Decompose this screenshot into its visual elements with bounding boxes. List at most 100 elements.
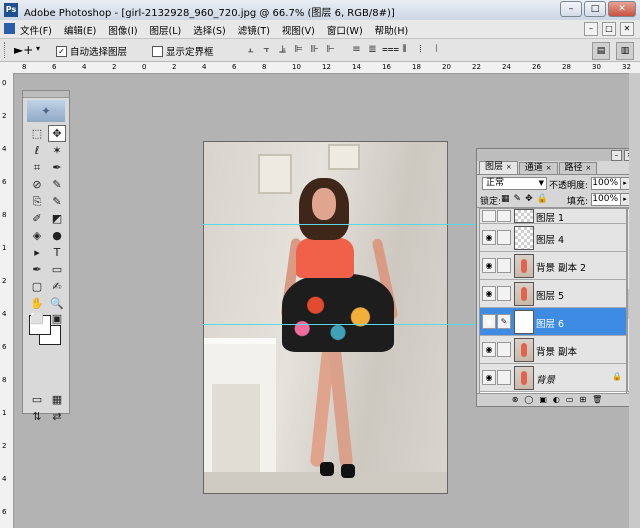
lock-image-pixels-icon[interactable]: ✎ <box>514 194 522 204</box>
eraser-icon[interactable]: ✐ <box>28 210 46 227</box>
menu-filter[interactable]: 滤镜(T) <box>238 23 270 37</box>
tab-close-icon[interactable]: × <box>506 163 512 171</box>
layer-name[interactable]: 背景 副本 <box>536 344 577 358</box>
doc-restore-button[interactable]: □ <box>602 22 616 36</box>
gradient-tool-icon[interactable]: ◩ <box>48 210 66 227</box>
horizontal-ruler[interactable]: 8 6 4 2 0 2 4 6 8 10 12 14 16 18 20 22 24 26 28 30 32 <box>18 62 640 74</box>
visibility-eye-icon[interactable] <box>482 210 496 222</box>
path-selection-icon[interactable]: ▸ <box>28 244 46 261</box>
menu-edit[interactable]: 编辑(E) <box>64 23 96 37</box>
show-bounds-checkbox-box[interactable] <box>152 45 163 57</box>
align-left-icon[interactable]: ⊫ <box>292 43 305 56</box>
visibility-eye-icon[interactable]: ◉ <box>482 258 496 273</box>
eyedropper-icon[interactable]: ✍ <box>48 278 66 295</box>
magic-wand-icon[interactable]: ✶ <box>48 142 66 159</box>
minimize-button[interactable]: – <box>560 1 582 17</box>
notes-tool-icon[interactable]: ▢ <box>28 278 46 295</box>
lock-all-icon[interactable]: 🔒 <box>537 194 548 204</box>
layer-name[interactable]: 背景 副本 2 <box>536 260 586 274</box>
tab-channels[interactable]: 通道 × <box>518 162 558 174</box>
quickmask-mode-icon[interactable]: ▣ <box>48 310 66 327</box>
dodge-tool-icon[interactable]: ● <box>48 227 66 244</box>
align-hcenter-icon[interactable]: ⊪ <box>308 43 321 56</box>
imageready-icon[interactable]: ⇄ <box>48 408 66 425</box>
menu-file[interactable]: 文件(F) <box>20 23 52 37</box>
adobe-feather-logo-icon[interactable]: ✦ <box>27 100 65 122</box>
marquee-tool-icon[interactable]: ⬚ <box>28 125 46 142</box>
distribute-hcenter-icon[interactable]: ⦙ <box>414 43 427 56</box>
menu-image[interactable]: 图像(I) <box>108 23 137 37</box>
visibility-eye-icon[interactable]: ◉ <box>482 370 496 385</box>
standard-mode-icon[interactable]: ⬜ <box>28 310 46 327</box>
maximize-button[interactable]: □ <box>584 1 606 17</box>
healing-brush-icon[interactable]: ⊘ <box>28 176 46 193</box>
tab-close-icon[interactable]: × <box>546 164 552 172</box>
distribute-vcenter-icon[interactable]: ≣ <box>366 43 379 56</box>
layer-name[interactable]: 图层 6 <box>536 316 564 330</box>
toolbox-header[interactable] <box>23 91 69 98</box>
layer-row[interactable]: ◉ 背景 副本 <box>480 336 626 364</box>
layer-row[interactable]: 图层 1 <box>480 209 626 224</box>
lock-position-icon[interactable]: ✥ <box>525 194 533 204</box>
menu-select[interactable]: 选择(S) <box>193 23 225 37</box>
distribute-top-icon[interactable]: ≡ <box>350 43 363 56</box>
show-bounding-box-checkbox[interactable]: 显示定界框 <box>152 44 214 58</box>
slice-tool-icon[interactable]: ✒ <box>48 159 66 176</box>
crop-tool-icon[interactable]: ⌗ <box>28 159 46 176</box>
visibility-eye-icon[interactable]: ◉ <box>482 342 496 357</box>
layer-row[interactable]: ◉ 背景 副本 2 <box>480 252 626 280</box>
visibility-eye-icon[interactable]: ◉ <box>482 230 496 245</box>
doc-close-button[interactable]: ✕ <box>620 22 634 36</box>
blur-tool-icon[interactable]: ◈ <box>28 227 46 244</box>
menu-window[interactable]: 窗口(W) <box>327 23 363 37</box>
distribute-left-icon[interactable]: ⦀ <box>398 43 411 56</box>
document-icon[interactable] <box>4 23 15 34</box>
pen-tool-icon[interactable]: ✒ <box>28 261 46 278</box>
add-layer-style-icon[interactable]: ◯ <box>524 394 533 406</box>
align-top-icon[interactable]: ⫠ <box>244 43 257 56</box>
align-bottom-icon[interactable]: ⫡ <box>276 43 289 56</box>
workspace-scrollbar[interactable] <box>629 73 640 528</box>
clone-stamp-icon[interactable]: ⎘ <box>28 193 46 210</box>
tab-paths[interactable]: 路径 × <box>558 162 598 174</box>
tab-layers[interactable]: 图层 × <box>479 161 518 174</box>
fill-input[interactable]: 100% <box>591 193 621 206</box>
layer-thumbnail[interactable] <box>514 282 534 306</box>
add-mask-icon[interactable]: ▣ <box>539 394 547 406</box>
history-brush-icon[interactable]: ✎ <box>48 193 66 210</box>
visibility-eye-icon[interactable]: ◉ <box>482 286 496 301</box>
layer-thumbnail[interactable] <box>514 366 534 390</box>
menu-layer[interactable]: 图层(L) <box>150 23 182 37</box>
jump-to-icon[interactable]: ⇅ <box>28 408 46 425</box>
layer-row[interactable]: ◉ 图层 5 <box>480 280 626 308</box>
tab-close-icon[interactable]: × <box>585 164 591 172</box>
layer-thumbnail[interactable] <box>514 209 534 223</box>
visibility-eye-icon[interactable]: ◉ <box>482 314 496 329</box>
layer-thumbnail[interactable] <box>514 226 534 250</box>
layer-name[interactable]: 图层 1 <box>536 210 564 224</box>
layer-thumbnail[interactable] <box>514 310 534 334</box>
options-grip[interactable] <box>4 42 9 58</box>
tool-preset-dropdown-icon[interactable]: ▾ <box>36 44 40 53</box>
layer-name[interactable]: 图层 5 <box>536 288 564 302</box>
guide-line-horizontal[interactable] <box>203 224 476 225</box>
vertical-ruler[interactable]: 0 2 4 6 8 1 2 4 6 8 1 2 4 6 <box>0 73 14 528</box>
align-right-icon[interactable]: ⊩ <box>324 43 337 56</box>
shape-tool-icon[interactable]: ▭ <box>48 261 66 278</box>
link-slot-icon[interactable] <box>497 286 511 301</box>
link-layers-icon[interactable]: ⊗ <box>512 394 519 406</box>
link-slot-icon[interactable] <box>497 230 511 245</box>
layer-thumbnail[interactable] <box>514 338 534 362</box>
file-browser-icon[interactable]: ▥ <box>616 42 634 60</box>
screen-mode-icon[interactable]: ▭ <box>28 391 46 408</box>
auto-select-layer-checkbox[interactable]: ✓ 自动选择图层 <box>56 44 127 58</box>
opacity-input[interactable]: 100% <box>591 177 621 190</box>
brush-icon[interactable]: ✎ <box>497 314 511 329</box>
layer-thumbnail[interactable] <box>514 254 534 278</box>
lasso-tool-icon[interactable]: ℓ <box>28 142 46 159</box>
close-button[interactable]: ✕ <box>608 1 636 17</box>
type-tool-icon[interactable]: T <box>48 244 66 261</box>
new-group-icon[interactable]: ▭ <box>566 394 574 406</box>
distribute-right-icon[interactable]: ⦚ <box>430 43 443 56</box>
adjustment-layer-icon[interactable]: ◐ <box>553 394 560 406</box>
